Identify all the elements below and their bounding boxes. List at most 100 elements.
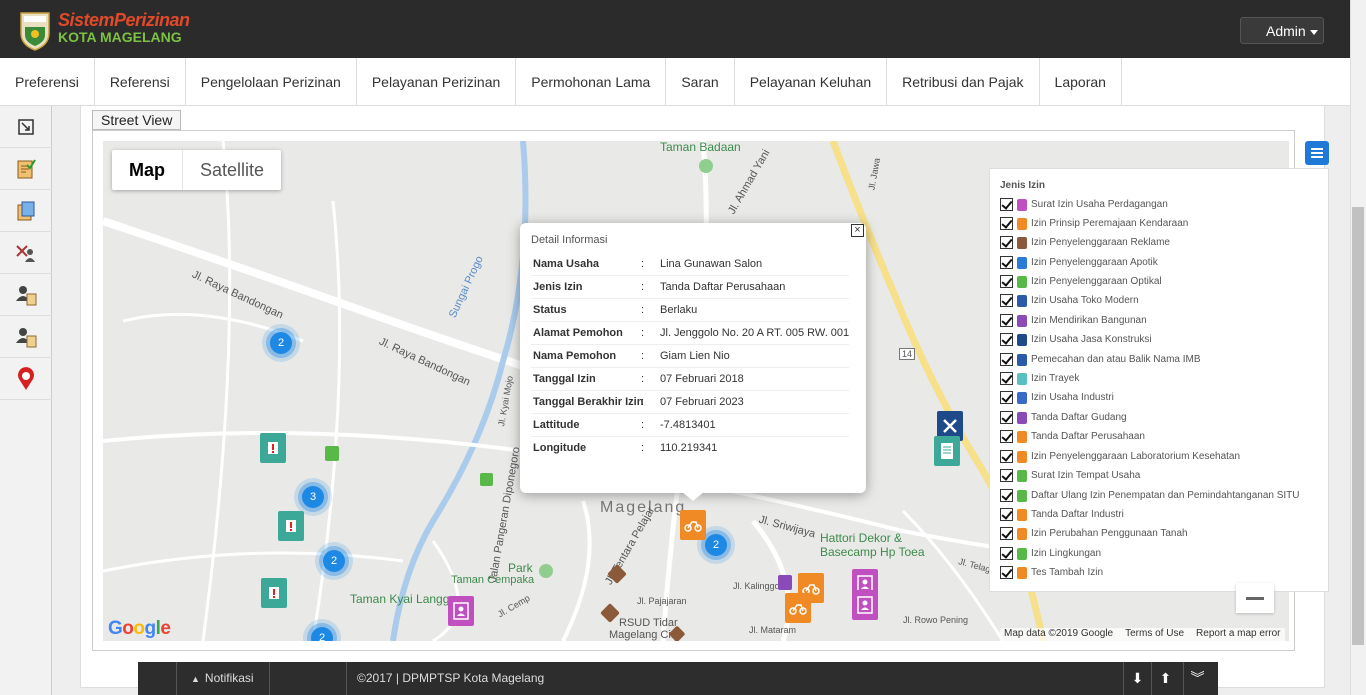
legend-item[interactable]: Izin Penyelenggaraan Laboratorium Keseha… [1000, 447, 1240, 466]
legend-checkbox[interactable] [1000, 372, 1013, 385]
legend-item[interactable]: Izin Usaha Jasa Konstruksi [1000, 330, 1152, 349]
permit-marker-small[interactable] [778, 575, 792, 590]
scroll-down-button[interactable]: ⬇ [1123, 662, 1151, 695]
permit-marker-exclamation[interactable] [260, 433, 286, 463]
legend-item[interactable]: Izin Penyelenggaraan Reklame [1000, 233, 1170, 252]
permit-type-icon [1017, 547, 1027, 560]
tool-user-document[interactable] [0, 274, 52, 316]
legend-checkbox[interactable] [1000, 489, 1013, 502]
scrollbar-thumb[interactable] [1352, 207, 1364, 645]
minus-icon [1246, 596, 1264, 600]
notifications-toggle[interactable]: ▲ Notifikasi [176, 662, 270, 695]
legend-checkbox[interactable] [1000, 450, 1013, 463]
motorbike-icon [789, 604, 807, 615]
legend-checkbox[interactable] [1000, 353, 1013, 366]
nav-item-laporan[interactable]: Laporan [1040, 58, 1122, 106]
info-value: Lina Gunawan Salon [660, 258, 763, 270]
tool-user-tools[interactable] [0, 232, 52, 274]
report-map-error-link[interactable]: Report a map error [1196, 628, 1280, 642]
tool-document-check[interactable] [0, 148, 52, 190]
permit-type-icon [1017, 372, 1027, 385]
admin-menu-button[interactable]: Admin [1240, 17, 1324, 44]
map-type-map-button[interactable]: Map [112, 150, 183, 190]
permit-marker-exclamation[interactable] [261, 578, 287, 608]
legend-checkbox[interactable] [1000, 256, 1013, 269]
marker-cluster[interactable]: 2 [705, 534, 727, 556]
legend-item[interactable]: Daftar Ulang Izin Penempatan dan Peminda… [1000, 486, 1300, 505]
collapse-footer-button[interactable]: ︾ [1183, 662, 1211, 695]
permit-marker-person[interactable] [448, 596, 474, 626]
nav-item-pelayanan-keluhan[interactable]: Pelayanan Keluhan [735, 58, 888, 106]
scroll-up-button[interactable]: ⬆ [1151, 662, 1179, 695]
permit-marker-motorbike[interactable] [680, 510, 706, 540]
nav-item-pengelolaan-perizinan[interactable]: Pengelolaan Perizinan [186, 58, 357, 106]
legend-label: Daftar Ulang Izin Penempatan dan Peminda… [1031, 490, 1300, 501]
legend-item[interactable]: Izin Usaha Industri [1000, 388, 1114, 407]
legend-checkbox[interactable] [1000, 469, 1013, 482]
label-hattori: Hattori Dekor & [820, 531, 903, 545]
map-type-satellite-button[interactable]: Satellite [183, 150, 281, 190]
legend-item[interactable]: Izin Lingkungan [1000, 544, 1101, 563]
legend-item[interactable]: Izin Penyelenggaraan Apotik [1000, 253, 1158, 272]
street-view-tab[interactable]: Street View [92, 110, 182, 130]
legend-item[interactable]: Izin Penyelenggaraan Optikal [1000, 272, 1162, 291]
tool-map-pin[interactable] [0, 358, 52, 400]
nav-item-retribusi-pajak[interactable]: Retribusi dan Pajak [887, 58, 1040, 106]
nav-item-referensi[interactable]: Referensi [95, 58, 186, 106]
legend-item[interactable]: Tanda Daftar Gudang [1000, 408, 1127, 427]
nav-item-saran[interactable]: Saran [666, 58, 735, 106]
marker-cluster[interactable]: 2 [323, 550, 345, 572]
legend-item[interactable]: Tes Tambah Izin [1000, 563, 1103, 582]
legend-checkbox[interactable] [1000, 275, 1013, 288]
info-row: Nama Usaha: Lina Gunawan Salon [531, 253, 849, 276]
legend-checkbox[interactable] [1000, 508, 1013, 521]
legend-item[interactable]: Izin Usaha Toko Modern [1000, 291, 1139, 310]
legend-checkbox[interactable] [1000, 236, 1013, 249]
legend-checkbox[interactable] [1000, 527, 1013, 540]
permit-marker-motorbike[interactable] [785, 593, 811, 623]
legend-item[interactable]: Izin Prinsip Peremajaan Kendaraan [1000, 214, 1188, 233]
legend-checkbox[interactable] [1000, 547, 1013, 560]
legend-checkbox[interactable] [1000, 566, 1013, 579]
nav-item-preferensi[interactable]: Preferensi [0, 58, 95, 106]
permit-marker-small[interactable] [480, 473, 493, 486]
marker-cluster[interactable]: 3 [302, 486, 324, 508]
legend-checkbox[interactable] [1000, 411, 1013, 424]
tool-document-copy[interactable] [0, 190, 52, 232]
permit-marker-exclamation[interactable] [278, 511, 304, 541]
tool-user-document-alt[interactable] [0, 316, 52, 358]
info-key: Nama Pemohon [533, 350, 617, 362]
legend-item[interactable]: Pemecahan dan atau Balik Nama IMB [1000, 350, 1201, 369]
tool-resize[interactable] [0, 106, 52, 148]
close-icon[interactable]: × [851, 224, 864, 237]
nav-item-pelayanan-perizinan[interactable]: Pelayanan Perizinan [357, 58, 517, 106]
zoom-out-button[interactable] [1236, 583, 1274, 613]
legend-checkbox[interactable] [1000, 314, 1013, 327]
legend-checkbox[interactable] [1000, 391, 1013, 404]
main-nav: Preferensi Referensi Pengelolaan Perizin… [0, 58, 1350, 106]
terms-of-use-link[interactable]: Terms of Use [1125, 628, 1184, 642]
legend-item[interactable]: Surat Izin Usaha Perdagangan [1000, 195, 1168, 214]
legend-label: Izin Trayek [1031, 373, 1080, 384]
document-icon [941, 443, 953, 459]
legend-item[interactable]: Surat Izin Tempat Usaha [1000, 466, 1140, 485]
legend-item[interactable]: Izin Mendirikan Bangunan [1000, 311, 1147, 330]
legend-checkbox[interactable] [1000, 198, 1013, 211]
legend-checkbox[interactable] [1000, 294, 1013, 307]
legend-checkbox[interactable] [1000, 217, 1013, 230]
legend-item[interactable]: Tanda Daftar Perusahaan [1000, 427, 1145, 446]
legend-item[interactable]: Izin Perubahan Penggunaan Tanah [1000, 524, 1188, 543]
permit-marker-small[interactable] [325, 446, 339, 461]
legend-checkbox[interactable] [1000, 430, 1013, 443]
legend-item[interactable]: Tanda Daftar Industri [1000, 505, 1124, 524]
legend-item[interactable]: Izin Trayek [1000, 369, 1079, 388]
nav-item-permohonan-lama[interactable]: Permohonan Lama [516, 58, 667, 106]
legend-toggle-button[interactable] [1305, 141, 1329, 165]
permit-marker-document[interactable] [934, 436, 960, 466]
marker-cluster[interactable]: 2 [270, 332, 292, 354]
city-emblem-icon [20, 12, 50, 51]
label-basecamp: Basecamp Hp Toea [820, 545, 925, 559]
legend-label: Izin Mendirikan Bangunan [1031, 315, 1147, 326]
permit-marker-person[interactable] [852, 590, 878, 620]
legend-checkbox[interactable] [1000, 333, 1013, 346]
